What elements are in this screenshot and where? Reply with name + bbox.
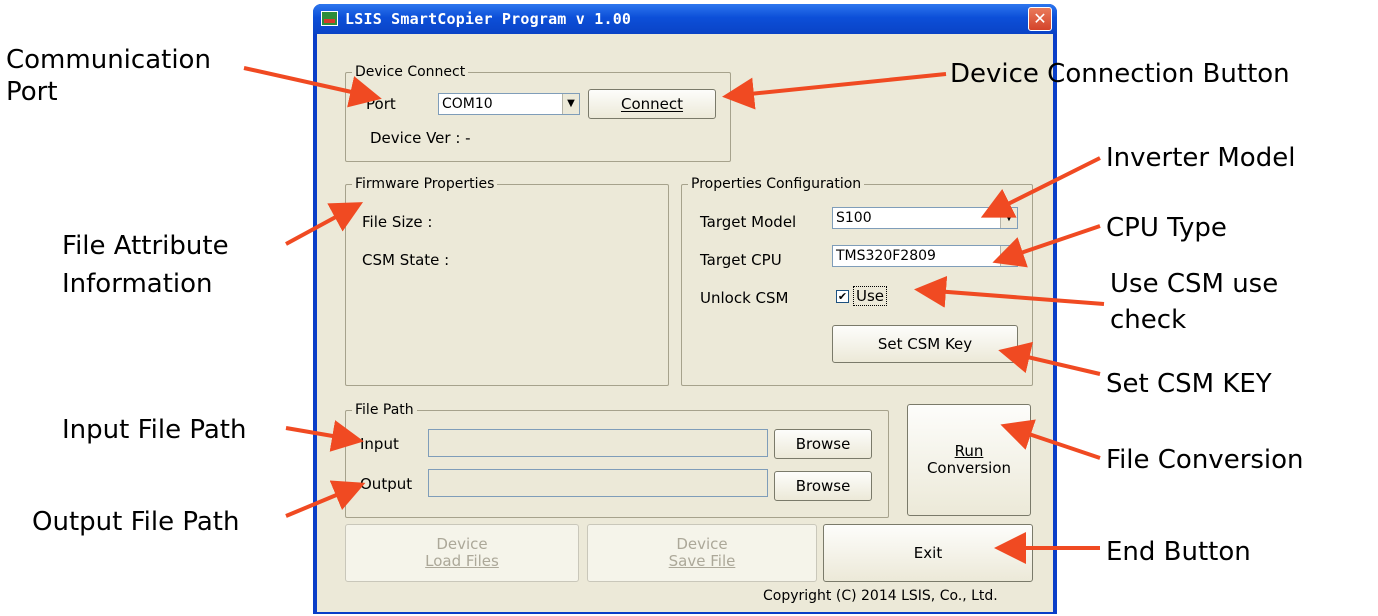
arrow-device-connection [722, 72, 947, 110]
arrow-input-file-path [285, 420, 364, 452]
arrow-output-file-path [285, 480, 366, 518]
arrow-file-conversion [1000, 419, 1101, 460]
arrow-cpu-type [992, 224, 1101, 268]
arrow-file-attribute [285, 202, 364, 246]
arrow-set-csm-key [998, 341, 1101, 376]
arrow-inverter-model [980, 156, 1101, 218]
arrow-communication-port [243, 66, 382, 108]
arrow-use-csm [914, 275, 1105, 308]
annotation-arrows [243, 66, 1105, 564]
